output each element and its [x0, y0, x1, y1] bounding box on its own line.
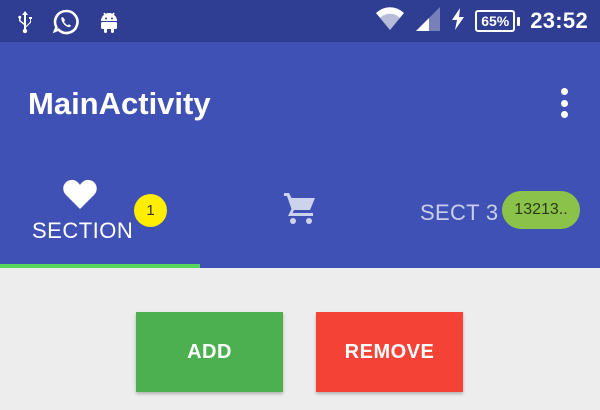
- wifi-icon: [375, 6, 405, 36]
- cart-icon: [282, 190, 318, 231]
- tab-badge: 13213..: [502, 191, 580, 229]
- add-button[interactable]: ADD: [136, 312, 283, 392]
- usb-icon: [16, 10, 34, 39]
- remove-button[interactable]: REMOVE: [316, 312, 463, 392]
- status-bar: 65% 23:52: [0, 0, 600, 42]
- more-vert-icon[interactable]: [556, 88, 572, 118]
- tab-badge: 1: [134, 194, 167, 227]
- battery-nub: [517, 16, 521, 26]
- battery-indicator: 65%: [475, 10, 521, 32]
- tab-cart[interactable]: [200, 170, 400, 268]
- signal-icon: [415, 6, 441, 37]
- system-icons: 65% 23:52: [375, 6, 588, 36]
- battery-level: 65%: [475, 10, 516, 32]
- android-icon: [98, 10, 120, 39]
- app-bar: MainActivity SECTION 1 SECT 3 13213..: [0, 42, 600, 268]
- content-area: ADD REMOVE: [0, 268, 600, 410]
- tab-bar: SECTION 1 SECT 3 13213..: [0, 170, 600, 268]
- app-title: MainActivity: [28, 86, 211, 121]
- charging-icon: [451, 7, 465, 35]
- tab-label: SECT 3: [420, 200, 499, 225]
- whatsapp-icon: [52, 8, 80, 41]
- tab-sect-3[interactable]: SECT 3 13213..: [400, 170, 600, 268]
- notification-icons: [16, 8, 120, 41]
- clock: 23:52: [530, 8, 588, 33]
- tab-section[interactable]: SECTION 1: [0, 170, 200, 268]
- heart-icon: [62, 178, 98, 215]
- tab-label: SECTION: [32, 218, 134, 243]
